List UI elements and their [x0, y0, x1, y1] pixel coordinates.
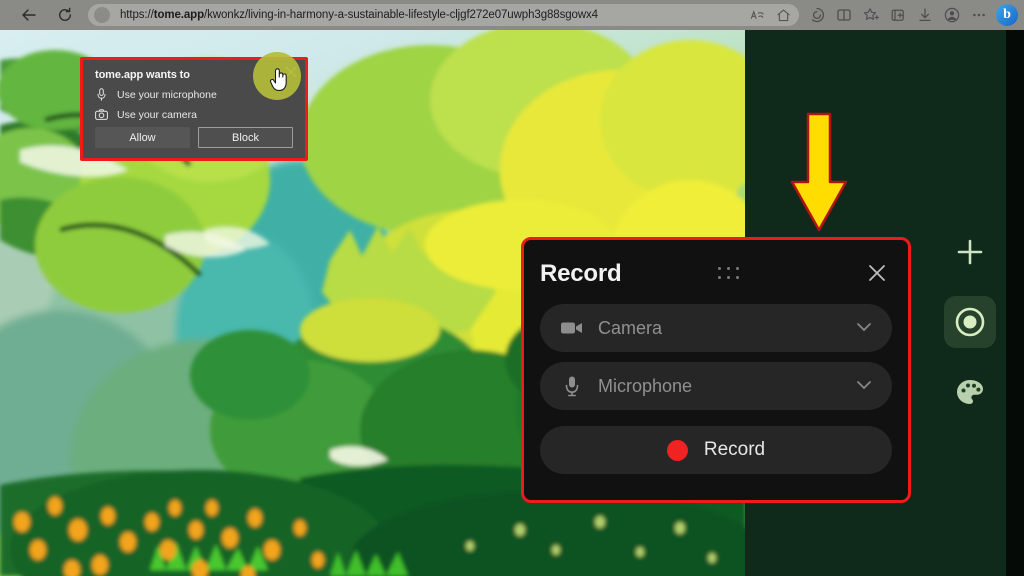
- close-icon[interactable]: [864, 260, 890, 286]
- video-camera-glyph: [561, 322, 582, 334]
- refresh-icon: [59, 7, 71, 21]
- more-dots-glyph: [973, 13, 985, 17]
- screenshot-root: Record Camera Microphone Record tome.app…: [0, 0, 1024, 576]
- settings-more-icon[interactable]: [967, 3, 991, 27]
- site-info-icon[interactable]: [94, 7, 110, 23]
- chevron-down-icon: [856, 377, 872, 395]
- permission-item-label: Use your camera: [117, 108, 197, 121]
- plus-icon: [957, 239, 983, 265]
- browser-toolbar-actions: b: [805, 3, 1018, 27]
- home-icon[interactable]: [771, 3, 795, 27]
- theme-palette-button[interactable]: [944, 366, 996, 418]
- chevron-down-glyph: [857, 381, 871, 390]
- permission-dialog-actions: Allow Block: [95, 127, 293, 148]
- downloads-glyph: [919, 8, 931, 22]
- url-bar-actions: [745, 4, 795, 26]
- down-arrow-icon: [790, 112, 848, 232]
- tool-rail: [934, 30, 1006, 576]
- profile-icon[interactable]: [940, 3, 964, 27]
- microphone-glyph: [565, 376, 579, 397]
- split-screen-icon[interactable]: [832, 3, 856, 27]
- profile-glyph: [944, 7, 960, 23]
- page-right-edge: [1006, 30, 1024, 576]
- add-favorite-icon[interactable]: [859, 3, 883, 27]
- home-glyph: [776, 9, 790, 21]
- drag-handle-dots-icon[interactable]: [718, 267, 741, 281]
- microphone-icon: [95, 88, 108, 101]
- microphone-glyph: [97, 88, 106, 101]
- record-dot-icon: [666, 439, 688, 461]
- record-tool-button[interactable]: [944, 296, 996, 348]
- url-text: https://tome.app/kwonkz/living-in-harmon…: [120, 9, 598, 21]
- record-panel[interactable]: Record Camera Microphone Record: [521, 237, 911, 503]
- collections-glyph: [891, 9, 904, 21]
- palette-icon: [957, 380, 983, 404]
- record-button-label: Record: [703, 439, 766, 460]
- back-button[interactable]: [16, 2, 42, 28]
- record-panel-title: Record: [540, 260, 622, 287]
- add-favorite-glyph: [863, 8, 879, 20]
- camera-icon: [95, 108, 108, 121]
- read-aloud-glyph: [750, 9, 764, 19]
- refresh-button[interactable]: [52, 2, 78, 28]
- block-button[interactable]: Block: [198, 127, 293, 148]
- chevron-down-icon: [856, 319, 872, 337]
- collections-icon[interactable]: [886, 3, 910, 27]
- video-camera-icon: [560, 318, 584, 338]
- permission-item-camera: Use your camera: [95, 108, 293, 121]
- url-bar[interactable]: https://tome.app/kwonkz/living-in-harmon…: [88, 4, 799, 26]
- camera-glyph: [95, 109, 108, 120]
- page-content: Record Camera Microphone Record tome.app…: [0, 30, 1024, 576]
- browser-toolbar: https://tome.app/kwonkz/living-in-harmon…: [0, 0, 1024, 30]
- camera-select[interactable]: Camera: [540, 304, 892, 352]
- browser-essentials-glyph: [811, 7, 825, 23]
- record-button[interactable]: Record: [540, 426, 892, 474]
- record-circle-icon: [955, 307, 985, 337]
- pointer-hand-cursor: [269, 68, 287, 91]
- permission-item-label: Use your microphone: [117, 88, 217, 101]
- read-aloud-icon[interactable]: [745, 3, 769, 27]
- close-glyph: [869, 265, 885, 281]
- allow-button[interactable]: Allow: [95, 127, 190, 148]
- copilot-button[interactable]: b: [996, 4, 1018, 26]
- microphone-icon: [560, 376, 584, 397]
- camera-select-label: Camera: [598, 317, 663, 338]
- microphone-select-label: Microphone: [598, 375, 693, 396]
- back-arrow-icon: [22, 9, 36, 21]
- microphone-select[interactable]: Microphone: [540, 362, 892, 410]
- downloads-icon[interactable]: [913, 3, 937, 27]
- browser-essentials-icon[interactable]: [805, 3, 829, 27]
- record-panel-header: Record: [540, 254, 892, 294]
- add-page-button[interactable]: [944, 226, 996, 278]
- chevron-down-glyph: [857, 323, 871, 332]
- split-screen-glyph: [837, 9, 851, 21]
